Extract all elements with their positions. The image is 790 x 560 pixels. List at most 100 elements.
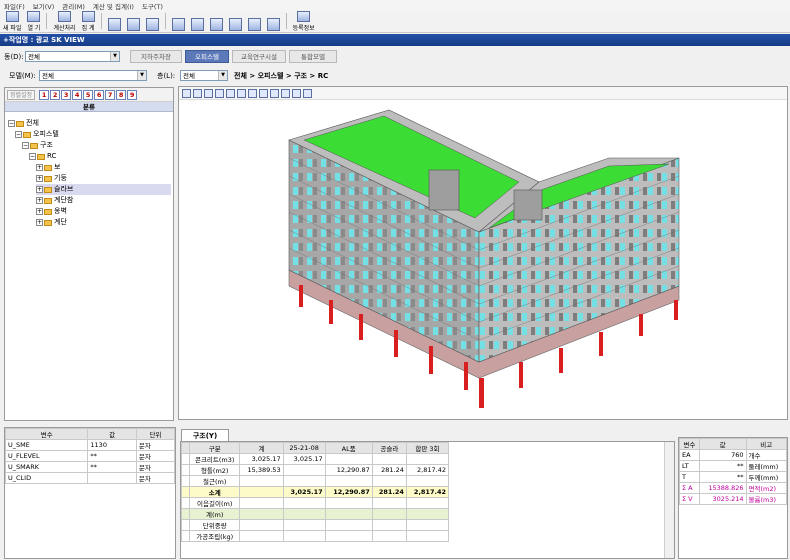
- level-7-button[interactable]: 7: [105, 89, 116, 100]
- collapse-icon[interactable]: −: [15, 131, 22, 138]
- subtotal-row[interactable]: 소계 3,025.17 12,290.87 281.24 2,817.42: [181, 486, 450, 498]
- header-category: 구분: [188, 442, 241, 454]
- tool-button-1[interactable]: [105, 11, 124, 32]
- tab-integrated-model[interactable]: 통합모델: [289, 50, 337, 63]
- table-row[interactable]: U_SMARK ** 문자: [4, 461, 176, 473]
- window-icon: [171, 18, 185, 31]
- tool-button-4[interactable]: [169, 11, 188, 32]
- table-row[interactable]: U_SME 1130 문자: [4, 439, 176, 451]
- level-8-button[interactable]: 8: [116, 89, 127, 100]
- tool-button-6[interactable]: [207, 11, 226, 32]
- table-row[interactable]: U_CLID 문자: [4, 472, 176, 484]
- project-title-bar: +작업명 : 광교 SK VIEW: [0, 34, 790, 46]
- level-5-button[interactable]: 5: [83, 89, 94, 100]
- collapse-icon[interactable]: −: [8, 120, 15, 127]
- stair-core-1: [428, 169, 460, 211]
- table-row[interactable]: LT ** 둘레(mm): [679, 460, 788, 472]
- tree-node-officetel[interactable]: − 오피스텔: [15, 129, 59, 140]
- zoom-extent-icon[interactable]: [204, 88, 213, 98]
- tree-node-all[interactable]: − 전체: [8, 118, 39, 129]
- table-row[interactable]: EA 760 개수: [679, 449, 788, 461]
- expand-icon[interactable]: +: [36, 186, 43, 193]
- tab-structure[interactable]: 구조(Y): [181, 429, 229, 441]
- view-back-icon[interactable]: [226, 88, 235, 98]
- 3d-model-viewport[interactable]: [178, 86, 788, 420]
- open-button[interactable]: 열 기: [24, 11, 43, 32]
- properties-button[interactable]: 등록정보: [290, 11, 318, 32]
- view-right-icon[interactable]: [248, 88, 257, 98]
- tree-node-retaining-wall[interactable]: + 옹벽: [36, 206, 67, 217]
- level-6-button[interactable]: 6: [94, 89, 105, 100]
- menu-tools[interactable]: 도구(T): [142, 1, 163, 11]
- menu-calc[interactable]: 계산 및 집계(I): [93, 1, 134, 11]
- table-row[interactable]: 철근(m): [181, 475, 450, 487]
- tree-node-column[interactable]: + 기둥: [36, 173, 67, 184]
- menu-manage[interactable]: 관리(M): [62, 1, 85, 11]
- expand-icon[interactable]: +: [36, 175, 43, 182]
- table-row[interactable]: 형틀(m2) 15,389.53 12,290.87 281.24 2,817.42: [181, 464, 450, 476]
- table-row[interactable]: 이음길이(m): [181, 497, 450, 509]
- tree-node-structure[interactable]: − 구조: [22, 140, 53, 151]
- table-row[interactable]: Σ A 15388.826 면적(m2): [679, 482, 788, 494]
- tree-node-stairs[interactable]: + 계단: [36, 217, 67, 228]
- vertical-scrollbar[interactable]: [664, 442, 674, 558]
- table-row[interactable]: 단위중량: [181, 519, 450, 531]
- tab-education-facility[interactable]: 교육연구시설: [232, 50, 286, 63]
- level-2-button[interactable]: 2: [50, 89, 61, 100]
- expand-icon[interactable]: +: [36, 208, 43, 215]
- expand-icon[interactable]: +: [36, 197, 43, 204]
- collapse-icon[interactable]: −: [29, 153, 36, 160]
- sort-settings-button[interactable]: 정렬설정: [7, 89, 36, 100]
- folder-icon: [16, 120, 24, 127]
- shade-icon[interactable]: [303, 88, 312, 98]
- table-row[interactable]: U_FLEVEL ** 문자: [4, 450, 176, 462]
- tree-node-slab[interactable]: + 슬라브: [36, 184, 171, 195]
- table-row[interactable]: Σ V 3025.214 볼륨(m3): [679, 493, 788, 505]
- menu-view[interactable]: 보기(V): [33, 1, 54, 11]
- level-3-button[interactable]: 3: [61, 89, 72, 100]
- tool-button-9[interactable]: [264, 11, 283, 32]
- tool-button-2[interactable]: [124, 11, 143, 32]
- view-top-icon[interactable]: [259, 88, 268, 98]
- view-front-icon[interactable]: [215, 88, 224, 98]
- calculate-button[interactable]: 계산처리: [50, 11, 78, 32]
- eye-icon[interactable]: [193, 88, 202, 98]
- table-row[interactable]: 가공조립(kg): [181, 530, 450, 542]
- menu-file[interactable]: 파일(F): [4, 1, 25, 11]
- tab-underground-parking[interactable]: 지하주차장: [130, 50, 182, 63]
- header-variable: 변수: [4, 428, 89, 440]
- table-row[interactable]: T ** 두께(mm): [679, 471, 788, 483]
- expand-icon[interactable]: +: [36, 164, 43, 171]
- tool-button-7[interactable]: [226, 11, 245, 32]
- tool-button-5[interactable]: [188, 11, 207, 32]
- filter-row-1: 동(D): 전체 ▼ 지하주차장 오피스텔 교육연구시설 통합모델: [0, 48, 790, 65]
- view-bottom-icon[interactable]: [270, 88, 279, 98]
- tab-officetel[interactable]: 오피스텔: [185, 50, 229, 63]
- picture-icon[interactable]: [182, 88, 191, 98]
- toolbar-divider: [46, 13, 48, 29]
- view-iso-icon[interactable]: [281, 88, 290, 98]
- level-9-button[interactable]: 9: [127, 89, 138, 100]
- expand-icon[interactable]: +: [36, 219, 43, 226]
- table-row[interactable]: 콘크리트(m3) 3,025.17 3,025.17: [181, 453, 450, 465]
- props-left-table: 변수 값 단위 U_SME 1130 문자 U_FLEVEL ** 문자 U_SMARK…: [4, 428, 176, 484]
- header-note: 비고: [745, 438, 788, 450]
- tree-node-beam[interactable]: + 보: [36, 162, 60, 173]
- level-1-button[interactable]: 1: [39, 89, 50, 100]
- dong-select[interactable]: 전체 ▼: [25, 51, 120, 62]
- collapse-icon[interactable]: −: [22, 142, 29, 149]
- view-left-icon[interactable]: [237, 88, 246, 98]
- total-row[interactable]: 계(m): [181, 508, 450, 520]
- summary-button[interactable]: 집 계: [79, 11, 98, 32]
- folder-icon: [30, 142, 38, 149]
- model-select[interactable]: 전체 ▼: [39, 70, 147, 81]
- tool-button-3[interactable]: [143, 11, 162, 32]
- floor-select[interactable]: 전체 ▼: [180, 70, 228, 81]
- new-file-button[interactable]: 새 파일: [0, 11, 24, 32]
- level-4-button[interactable]: 4: [72, 89, 83, 100]
- tree-node-rc[interactable]: − RC: [29, 151, 56, 162]
- tool-button-8[interactable]: [245, 11, 264, 32]
- list-icon[interactable]: [292, 88, 301, 98]
- tree-toolbar: 정렬설정 1 2 3 4 5 6 7 8 9: [5, 88, 173, 102]
- tree-node-landing[interactable]: + 계단참: [36, 195, 73, 206]
